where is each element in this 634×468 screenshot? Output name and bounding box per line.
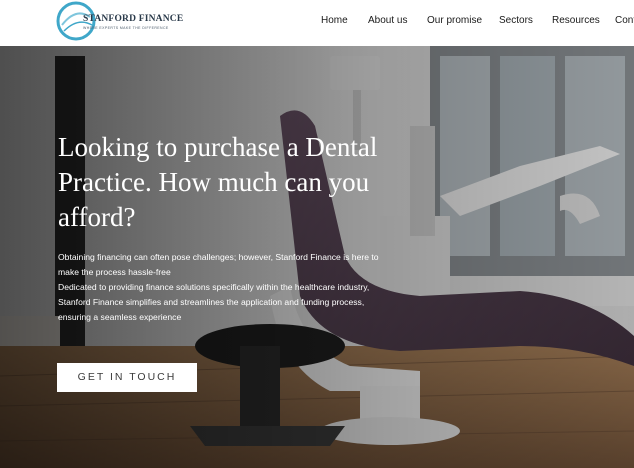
- get-in-touch-button[interactable]: GET IN TOUCH: [57, 363, 197, 392]
- nav-our-promise[interactable]: Our promise: [427, 15, 482, 26]
- main-nav: Home About us Our promise Sectors Resour…: [0, 15, 634, 29]
- nav-sectors[interactable]: Sectors: [499, 15, 533, 26]
- nav-about-us[interactable]: About us: [368, 15, 407, 26]
- nav-resources[interactable]: Resources: [552, 15, 600, 26]
- hero-section: Looking to purchase a Dental Practice. H…: [0, 46, 634, 468]
- nav-contact[interactable]: Cont: [615, 15, 634, 26]
- site-header: STANFORD FINANCE WHERE EXPERTS MAKE THE …: [0, 0, 634, 46]
- nav-home[interactable]: Home: [321, 15, 348, 26]
- hero-paragraph-1: Obtaining financing can often pose chall…: [58, 252, 379, 277]
- hero-paragraph-2: Dedicated to providing finance solutions…: [58, 282, 370, 322]
- hero-body: Obtaining financing can often pose chall…: [58, 250, 398, 325]
- hero-headline: Looking to purchase a Dental Practice. H…: [58, 132, 378, 232]
